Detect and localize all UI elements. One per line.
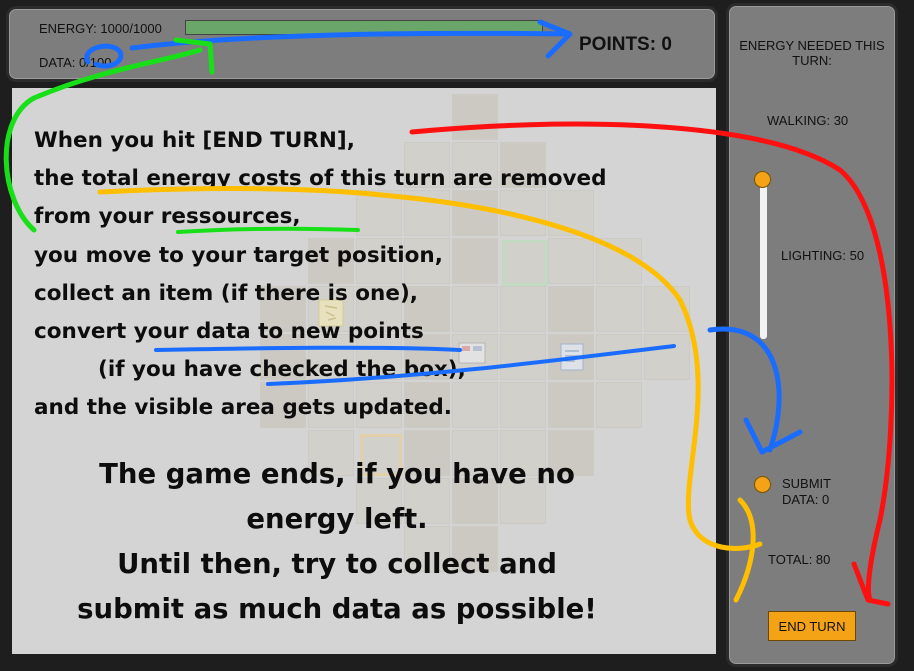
- game-board[interactable]: When you hit [END TURN], the total energ…: [12, 88, 716, 654]
- points-label: POINTS: 0: [579, 34, 672, 55]
- instruction-line: convert your data to new points: [34, 319, 424, 345]
- end-message-line: submit as much data as possible!: [77, 593, 597, 625]
- tutorial-instructions: When you hit [END TURN], the total energ…: [34, 122, 704, 428]
- total-cost-label: TOTAL: 80: [768, 552, 831, 567]
- energy-cost-panel: ENERGY NEEDED THIS TURN: WALKING: 30 LIG…: [726, 3, 898, 667]
- instruction-line: (if you have checked the box),: [98, 357, 466, 383]
- lighting-cost-label: LIGHTING: 50: [781, 248, 865, 263]
- game-end-message: The game ends, if you have no energy lef…: [42, 452, 632, 632]
- end-message-line: energy left.: [246, 503, 428, 535]
- submit-label-line: SUBMIT: [782, 476, 832, 491]
- submit-data-count: DATA: 0: [782, 492, 830, 507]
- instruction-line: you move to your target position,: [34, 242, 443, 268]
- end-message-line: Until then, try to collect and: [117, 548, 557, 580]
- lighting-slider-track[interactable]: [760, 179, 767, 339]
- data-label: DATA: 0/100: [39, 55, 112, 70]
- energy-label: ENERGY: 1000/1000: [39, 21, 162, 36]
- lighting-slider-handle[interactable]: [754, 171, 771, 188]
- energy-bar-fill: [186, 21, 542, 34]
- walking-cost-label: WALKING: 30: [767, 113, 849, 128]
- end-turn-button[interactable]: END TURN: [768, 611, 856, 641]
- end-message-line: The game ends, if you have no: [99, 458, 575, 490]
- instruction-line: from your ressources,: [34, 204, 301, 230]
- submit-data-toggle[interactable]: [754, 476, 771, 493]
- submit-data-label: SUBMIT DATA: 0: [782, 476, 831, 508]
- instruction-line: collect an item (if there is one),: [34, 280, 418, 306]
- instruction-line: When you hit [END TURN],: [34, 128, 355, 153]
- resource-panel: ENERGY: 1000/1000 DATA: 0/100 POINTS: 0: [6, 6, 718, 82]
- instruction-line: the total energy costs of this turn are …: [34, 166, 607, 192]
- energy-needed-heading: ENERGY NEEDED THIS TURN:: [739, 38, 885, 68]
- energy-bar: [185, 20, 543, 35]
- instruction-line: and the visible area gets updated.: [34, 395, 452, 421]
